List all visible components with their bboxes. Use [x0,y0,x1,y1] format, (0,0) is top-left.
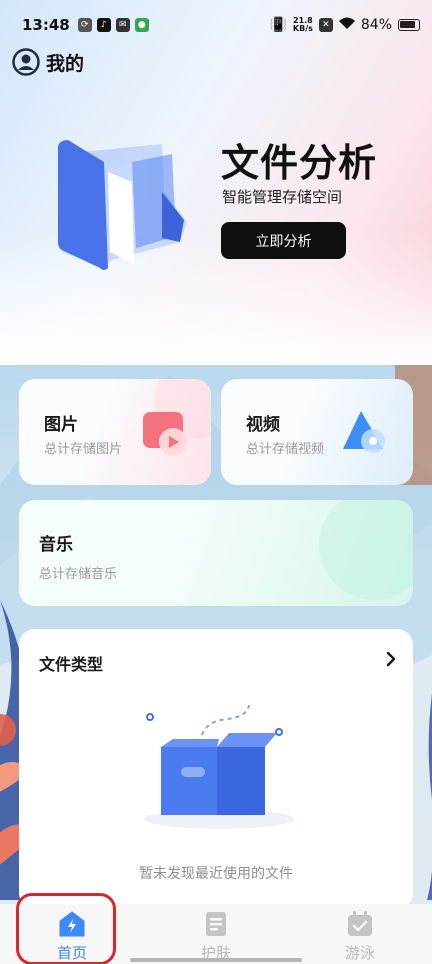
picture-play-icon [143,412,187,456]
empty-state-text: 暂未发现最近使用的文件 [139,866,293,882]
app-notification-icon: ⟳ [77,18,92,32]
vibrate-icon: 📳 [269,17,287,33]
file-types-card: 文件类型 暂未发现最近使用的文件 [19,629,413,909]
hero-subtitle: 智能管理存储空间 [222,188,343,206]
home-indicator[interactable] [130,958,302,962]
music-card-title: 音乐 [39,535,73,555]
status-time: 13:48 [22,16,70,34]
analyze-now-button[interactable]: 立即分析 [221,222,346,259]
chevron-right-icon[interactable] [385,651,397,667]
tab-skincare[interactable]: 护肤 [144,904,288,964]
pictures-card-title: 图片 [44,415,78,435]
video-triangle-icon [343,411,385,453]
tiktok-icon: ♪ [96,18,111,32]
game-icon: ● [134,18,149,32]
videos-card-title: 视频 [246,415,280,435]
decor-bubble [319,500,413,600]
document-icon [206,912,226,936]
battery-icon [398,19,420,31]
empty-box-illustration [144,704,294,829]
header[interactable]: 我的 [12,48,84,76]
network-speed: 21.8 KB/s [292,16,313,33]
user-avatar-icon[interactable] [12,48,40,76]
videos-card-subtitle: 总计存储视频 [246,442,325,457]
page-title: 我的 [46,52,85,75]
music-card[interactable]: 音乐 总计存储音乐 [19,500,413,606]
sim-icon: ✕ [318,18,333,32]
pictures-card[interactable]: 图片 总计存储图片 [19,379,211,485]
tab-swimming-label: 游泳 [344,944,375,962]
pictures-card-subtitle: 总计存储图片 [44,442,123,457]
status-bar: 13:48 ⟳ ♪ ✉ ● 📳 21.8 KB/s ✕ 84% [0,0,432,50]
music-card-subtitle: 总计存储音乐 [39,567,118,582]
tab-swimming[interactable]: 游泳 [288,904,432,964]
battery-percent: 84% [360,17,392,33]
file-types-title: 文件类型 [39,655,104,674]
annotation-highlight-box [16,893,116,964]
videos-card[interactable]: 视频 总计存储视频 [221,379,413,485]
message-icon: ✉ [115,18,130,32]
wifi-icon [338,17,355,33]
folder-illustration [58,140,187,270]
calendar-icon [348,911,372,936]
hero-title: 文件分析 [221,141,378,185]
